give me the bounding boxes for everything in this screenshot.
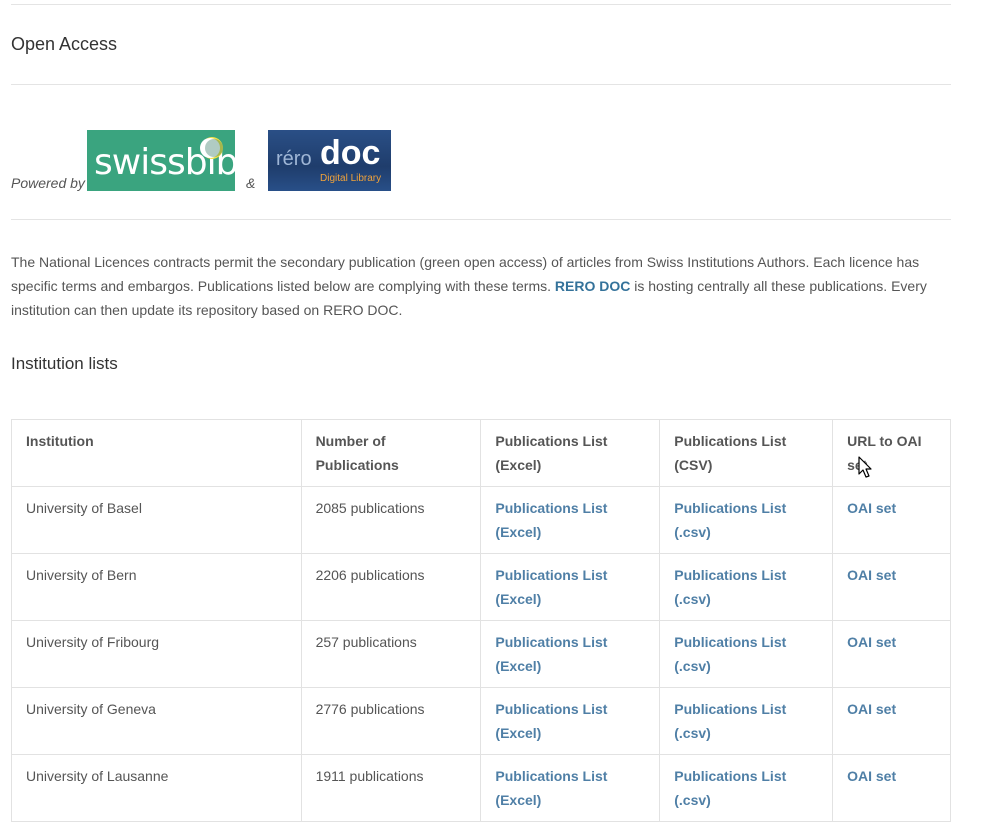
rerodoc-logo-main: doc	[320, 134, 381, 172]
cell-excel: Publications List (Excel)	[480, 620, 661, 688]
divider-after-title	[11, 84, 951, 85]
rerodoc-logo[interactable]: réro doc Digital Library	[268, 130, 391, 191]
oai-link[interactable]: OAI set	[847, 701, 896, 717]
csv-link[interactable]: Publications List (.csv)	[674, 634, 786, 674]
rerodoc-logo-subtitle: Digital Library	[320, 173, 382, 184]
institution-table: Institution Number of Publications Publi…	[11, 419, 951, 822]
cell-excel: Publications List (Excel)	[480, 754, 661, 822]
excel-link[interactable]: Publications List (Excel)	[495, 567, 607, 607]
cell-csv: Publications List (.csv)	[659, 486, 834, 554]
section-title-open-access: Open Access	[11, 34, 118, 54]
cell-count: 1911 publications	[300, 754, 482, 822]
oai-link[interactable]: OAI set	[847, 634, 896, 650]
cell-count: 257 publications	[300, 620, 482, 688]
cell-oai: OAI set	[832, 620, 951, 688]
cell-institution: University of Fribourg	[11, 620, 302, 688]
ampersand: &	[246, 175, 256, 191]
cell-institution: University of Geneva	[11, 687, 302, 755]
intro-paragraph: The National Licences contracts permit t…	[11, 250, 956, 322]
powered-by-label: Powered by	[11, 175, 85, 191]
cell-csv: Publications List (.csv)	[659, 687, 834, 755]
header-excel: Publications List (Excel)	[480, 419, 661, 487]
cell-institution: University of Basel	[11, 486, 302, 554]
cell-oai: OAI set	[832, 553, 951, 621]
mouse-cursor-icon	[858, 456, 872, 478]
header-csv: Publications List (CSV)	[659, 419, 834, 487]
oai-link[interactable]: OAI set	[847, 500, 896, 516]
cell-excel: Publications List (Excel)	[480, 486, 661, 554]
csv-link[interactable]: Publications List (.csv)	[674, 500, 786, 540]
cell-excel: Publications List (Excel)	[480, 553, 661, 621]
cell-csv: Publications List (.csv)	[659, 754, 834, 822]
csv-link[interactable]: Publications List (.csv)	[674, 567, 786, 607]
header-institution: Institution	[11, 419, 302, 487]
rero-doc-link[interactable]: RERO DOC	[555, 278, 630, 294]
cell-institution: University of Lausanne	[11, 754, 302, 822]
oai-link[interactable]: OAI set	[847, 567, 896, 583]
csv-link[interactable]: Publications List (.csv)	[674, 768, 786, 808]
cell-institution: University of Bern	[11, 553, 302, 621]
cell-excel: Publications List (Excel)	[480, 687, 661, 755]
csv-link[interactable]: Publications List (.csv)	[674, 701, 786, 741]
table-row: University of Geneva 2776 publications P…	[11, 687, 951, 755]
institution-lists-title: Institution lists	[11, 354, 118, 373]
header-oai: URL to OAI set	[832, 419, 951, 487]
rerodoc-logo-prefix: réro	[276, 148, 312, 170]
table-row: University of Lausanne 1911 publications…	[11, 754, 951, 822]
divider-top	[11, 4, 951, 5]
cell-oai: OAI set	[832, 486, 951, 554]
table-header-row: Institution Number of Publications Publi…	[11, 419, 951, 487]
table-row: University of Bern 2206 publications Pub…	[11, 553, 951, 621]
cell-count: 2085 publications	[300, 486, 482, 554]
header-number: Number of Publications	[300, 419, 482, 487]
swissbib-dot-icon	[200, 137, 223, 159]
table-row: University of Basel 2085 publications Pu…	[11, 486, 951, 554]
cell-csv: Publications List (.csv)	[659, 553, 834, 621]
excel-link[interactable]: Publications List (Excel)	[495, 701, 607, 741]
table-row: University of Fribourg 257 publications …	[11, 620, 951, 688]
oai-link[interactable]: OAI set	[847, 768, 896, 784]
cell-oai: OAI set	[832, 687, 951, 755]
cell-count: 2776 publications	[300, 687, 482, 755]
excel-link[interactable]: Publications List (Excel)	[495, 634, 607, 674]
cell-oai: OAI set	[832, 754, 951, 822]
excel-link[interactable]: Publications List (Excel)	[495, 500, 607, 540]
divider-after-logos	[11, 219, 951, 220]
swissbib-logo[interactable]: swissbib	[87, 130, 235, 191]
excel-link[interactable]: Publications List (Excel)	[495, 768, 607, 808]
cell-csv: Publications List (.csv)	[659, 620, 834, 688]
cell-count: 2206 publications	[300, 553, 482, 621]
